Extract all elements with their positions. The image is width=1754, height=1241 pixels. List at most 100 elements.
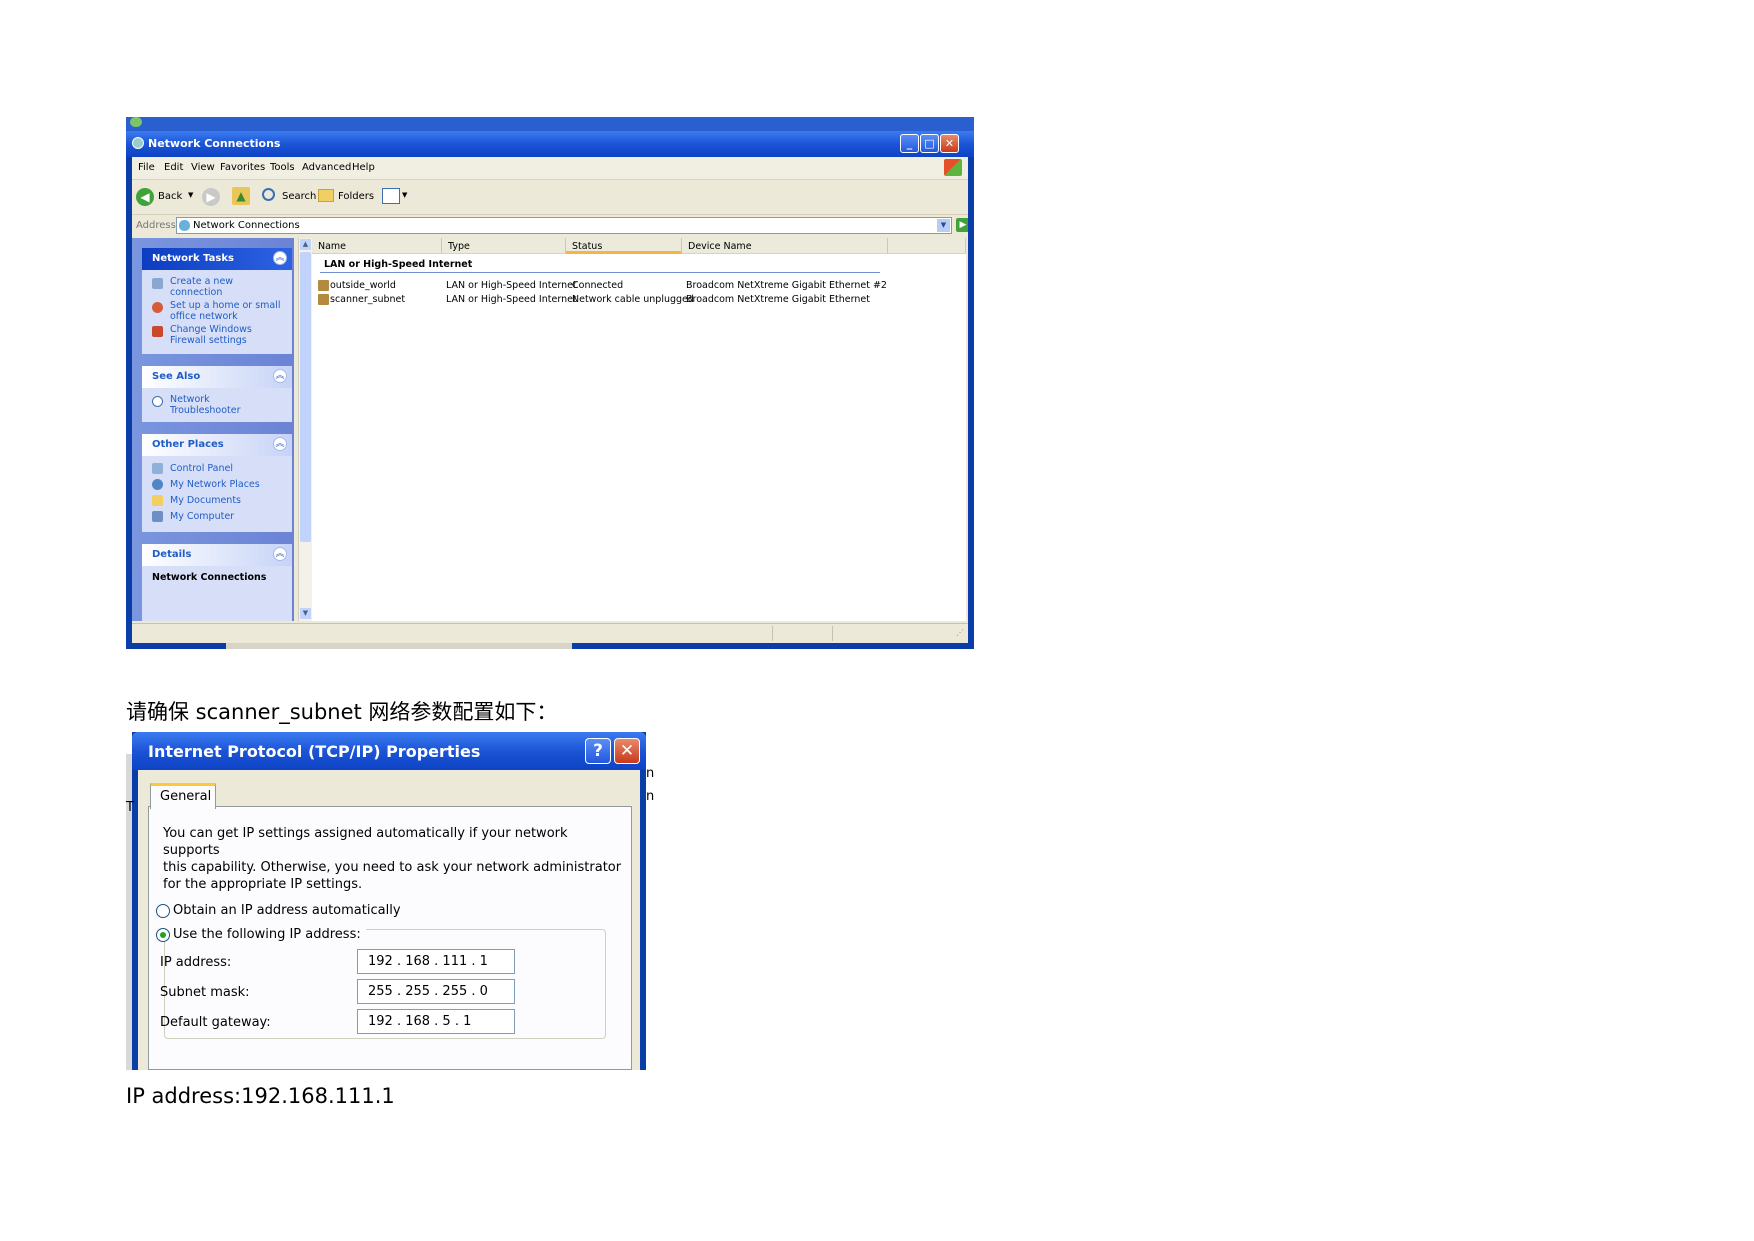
back-arrow-icon: ◀ — [136, 188, 154, 206]
menu-tools[interactable]: Tools — [270, 162, 295, 173]
task-pane: Network Tasks ︽ Create a new connection S… — [132, 238, 294, 621]
background-window-icon — [130, 117, 142, 127]
task-pane-scrollbar[interactable]: ▲ ▼ — [298, 238, 313, 621]
other-places-title: Other Places — [152, 439, 224, 450]
toolbar: ◀ Back ▼ ▶ ▲ Search Folders ▼ — [132, 180, 968, 215]
home-network-icon — [152, 302, 163, 313]
lan-connection-icon — [318, 294, 329, 305]
folders-label: Folders — [338, 191, 375, 202]
home-network-link[interactable]: Set up a home or small office network — [170, 300, 288, 322]
details-subtitle: Network Connections — [152, 572, 267, 583]
other-places-panel: Other Places ︽ Control Panel My Network … — [142, 434, 292, 532]
collapse-chevron-icon[interactable]: ︽ — [273, 437, 287, 451]
table-row[interactable]: scanner_subnet LAN or High-Speed Interne… — [316, 293, 956, 307]
connection-status: Connected — [572, 280, 624, 291]
ip-address-input[interactable]: 192 . 168 . 111 . 1 — [357, 949, 515, 974]
connection-name: outside_world — [330, 280, 396, 291]
firewall-settings-link[interactable]: Change Windows Firewall settings — [170, 324, 288, 346]
other-places-header[interactable]: Other Places ︽ — [142, 434, 292, 456]
column-header-type[interactable]: Type — [442, 238, 566, 254]
dialog-title: Internet Protocol (TCP/IP) Properties — [148, 742, 481, 761]
go-arrow-icon[interactable]: ▶ — [956, 218, 968, 232]
menu-favorites[interactable]: Favorites — [220, 162, 265, 173]
search-icon — [262, 188, 275, 201]
ip-description-text: You can get IP settings assigned automat… — [163, 826, 622, 892]
table-row[interactable]: outside_world LAN or High-Speed Internet… — [316, 279, 956, 293]
column-header-name[interactable]: Name — [312, 238, 442, 254]
scroll-down-icon[interactable]: ▼ — [300, 608, 311, 619]
address-dropdown-icon[interactable]: ▼ — [937, 219, 950, 232]
background-window-text: n — [646, 789, 655, 804]
menu-file[interactable]: File — [138, 162, 155, 173]
obtain-ip-automatically-radio[interactable] — [156, 904, 170, 918]
maximize-button[interactable]: □ — [920, 134, 939, 153]
control-panel-icon — [152, 463, 163, 474]
control-panel-link[interactable]: Control Panel — [170, 463, 233, 474]
collapse-chevron-icon[interactable]: ︽ — [273, 251, 287, 265]
status-bar: ⋰ — [132, 623, 968, 643]
details-header[interactable]: Details ︽ — [142, 544, 292, 566]
subnet-mask-input[interactable]: 255 . 255 . 255 . 0 — [357, 979, 515, 1004]
status-divider — [832, 626, 833, 641]
scroll-thumb[interactable] — [300, 252, 311, 542]
dialog-title-bar[interactable]: Internet Protocol (TCP/IP) Properties ? … — [132, 732, 646, 770]
column-header-status[interactable]: Status — [566, 238, 682, 254]
info-icon — [152, 396, 163, 407]
ip-address-label: IP address: — [160, 955, 232, 970]
details-title: Details — [152, 549, 192, 560]
default-gateway-input[interactable]: 192 . 168 . 5 . 1 — [357, 1009, 515, 1034]
views-dropdown-icon: ▼ — [402, 191, 408, 199]
menu-view[interactable]: View — [191, 162, 215, 173]
background-taskbar-fragment — [226, 643, 572, 649]
network-tasks-panel: Network Tasks ︽ Create a new connection S… — [142, 248, 292, 354]
back-dropdown-icon: ▼ — [188, 191, 194, 199]
connection-status: Network cable unplugged — [572, 294, 694, 305]
network-troubleshooter-link[interactable]: Network Troubleshooter — [170, 394, 288, 416]
network-tasks-header[interactable]: Network Tasks ︽ — [142, 248, 292, 270]
search-button[interactable]: Search — [262, 186, 316, 208]
tab-general[interactable]: General — [150, 783, 216, 809]
column-header-filler — [888, 238, 966, 254]
details-panel: Details ︽ Network Connections — [142, 544, 292, 621]
my-computer-link[interactable]: My Computer — [170, 511, 234, 522]
menu-advanced[interactable]: Advanced — [302, 162, 351, 173]
address-bar: Address Network Connections ▼ ▶ Go — [132, 215, 968, 237]
my-network-places-link[interactable]: My Network Places — [170, 479, 260, 490]
lan-connection-icon — [318, 280, 329, 291]
folder-icon — [318, 189, 334, 202]
address-input[interactable]: Network Connections ▼ — [176, 217, 952, 234]
menu-help[interactable]: Help — [352, 162, 375, 173]
folders-button[interactable]: Folders — [318, 186, 374, 208]
menu-edit[interactable]: Edit — [164, 162, 183, 173]
help-button[interactable]: ? — [585, 738, 611, 764]
network-places-icon — [152, 479, 163, 490]
up-folder-icon[interactable]: ▲ — [232, 187, 250, 205]
my-documents-link[interactable]: My Documents — [170, 495, 241, 506]
create-connection-link[interactable]: Create a new connection — [170, 276, 288, 298]
collapse-chevron-icon[interactable]: ︽ — [273, 369, 287, 383]
use-following-ip-radio[interactable] — [156, 928, 170, 942]
window-client: File Edit View Favorites Tools Advanced … — [132, 157, 968, 643]
resize-grip-icon[interactable]: ⋰ — [956, 628, 966, 640]
connection-type: LAN or High-Speed Internet — [446, 280, 577, 291]
connections-list: Name Type Status Device Name LAN or High… — [312, 238, 966, 621]
scroll-up-icon[interactable]: ▲ — [300, 239, 311, 250]
connection-device: Broadcom NetXtreme Gigabit Ethernet — [686, 294, 870, 305]
obtain-ip-automatically-label[interactable]: Obtain an IP address automatically — [173, 902, 401, 919]
background-window-strip — [126, 117, 974, 131]
close-button[interactable]: ✕ — [940, 134, 959, 153]
see-also-header[interactable]: See Also ︽ — [142, 366, 292, 388]
close-button[interactable]: ✕ — [614, 738, 640, 764]
status-divider — [772, 626, 773, 641]
use-following-ip-label[interactable]: Use the following IP address: — [173, 926, 361, 943]
collapse-chevron-icon[interactable]: ︽ — [273, 547, 287, 561]
back-button[interactable]: ◀ Back ▼ — [136, 186, 200, 208]
minimize-button[interactable]: _ — [900, 134, 919, 153]
views-button[interactable]: ▼ — [382, 186, 412, 208]
title-bar[interactable]: Network Connections _ □ ✕ — [126, 131, 974, 157]
connection-device: Broadcom NetXtreme Gigabit Ethernet #2 — [686, 280, 887, 291]
connection-type: LAN or High-Speed Internet — [446, 294, 577, 305]
address-label: Address — [136, 220, 176, 231]
forward-arrow-icon[interactable]: ▶ — [202, 188, 220, 206]
column-header-device-name[interactable]: Device Name — [682, 238, 888, 254]
